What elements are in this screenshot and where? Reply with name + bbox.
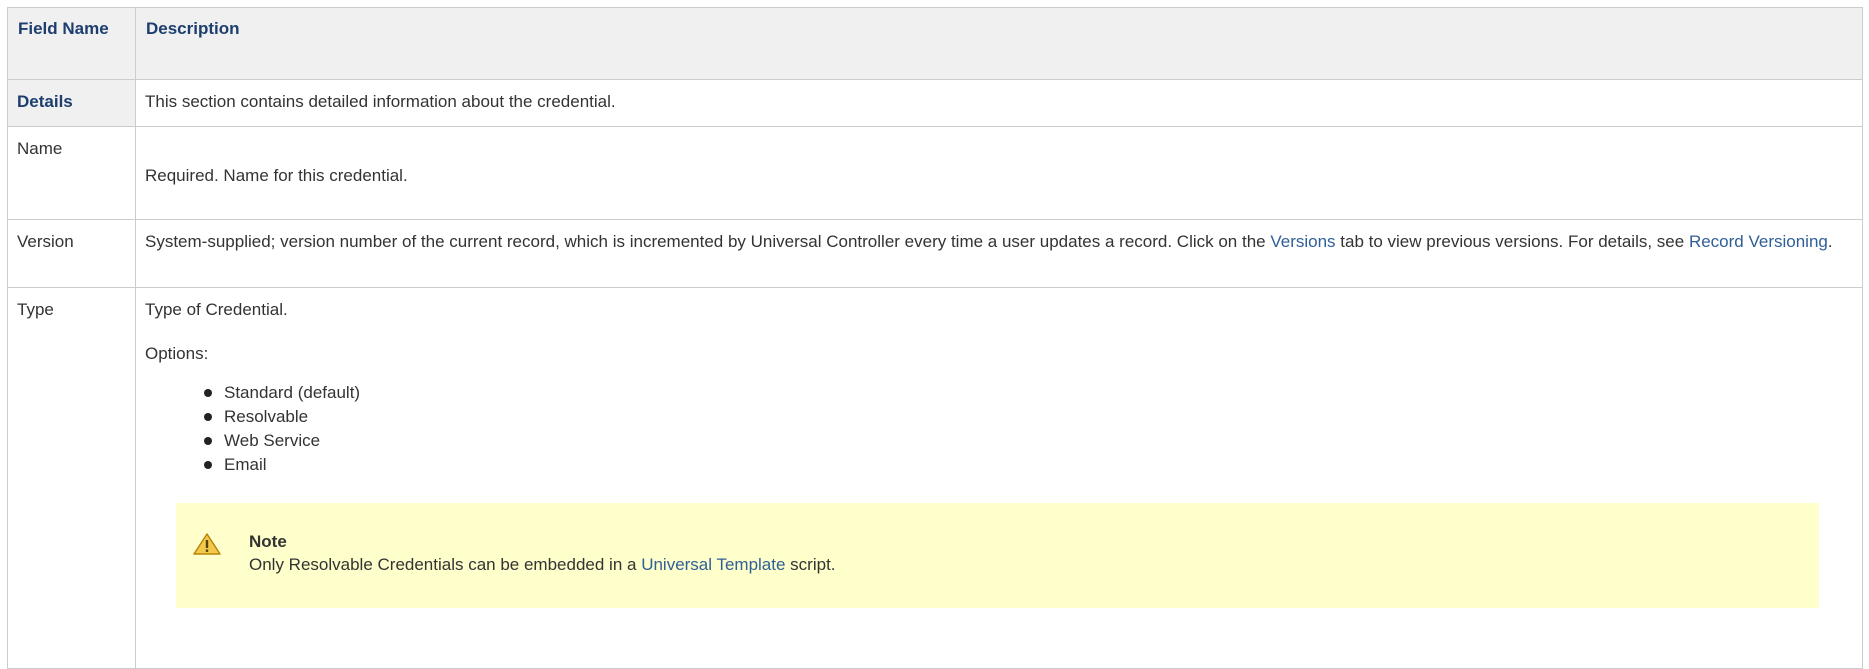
table-row-details: Details This section contains detailed i… — [7, 79, 1863, 127]
description-cell: Required. Name for this credential. — [135, 126, 1863, 220]
table-row-version: Version System-supplied; version number … — [7, 219, 1863, 288]
name-description: Required. Name for this credential. — [145, 166, 408, 185]
list-item: Web Service — [204, 431, 1853, 455]
field-name-cell: Version — [7, 219, 136, 288]
option-label: Standard (default) — [224, 383, 361, 402]
description-cell: Type of Credential. Options: Standard (d… — [135, 287, 1863, 669]
bullet-icon — [204, 437, 212, 445]
description-cell: System-supplied; version number of the c… — [135, 219, 1863, 288]
table-row-name: Name Required. Name for this credential. — [7, 126, 1863, 220]
bullet-icon — [204, 461, 212, 469]
section-label-details: Details — [17, 92, 73, 111]
note-box: Note Only Resolvable Credentials can be … — [176, 503, 1819, 608]
description-cell: This section contains detailed informati… — [135, 79, 1863, 127]
table-header-row: Field Name Description — [7, 7, 1863, 80]
option-label: Web Service — [224, 431, 321, 450]
details-description: This section contains detailed informati… — [145, 92, 616, 111]
table-row-type: Type Type of Credential. Options: Standa… — [7, 287, 1863, 669]
list-item: Standard (default) — [204, 383, 1853, 407]
version-description: System-supplied; version number of the c… — [136, 220, 1862, 253]
type-description: Type of Credential. Options: Standard (d… — [136, 288, 1862, 479]
record-versioning-link[interactable]: Record Versioning — [1689, 232, 1828, 251]
header-field-name: Field Name — [7, 7, 136, 80]
option-label: Email — [224, 455, 267, 474]
warning-icon — [193, 533, 221, 555]
versions-tab-link[interactable]: Versions — [1270, 232, 1335, 251]
bullet-icon — [204, 413, 212, 421]
field-name-name: Name — [17, 139, 63, 158]
option-label: Resolvable — [224, 407, 309, 426]
field-name-type: Type — [17, 300, 54, 319]
list-item: Email — [204, 455, 1853, 479]
header-field-name-label: Field Name — [18, 19, 109, 38]
field-name-cell: Type — [7, 287, 136, 669]
version-text-3: . — [1827, 232, 1833, 251]
options-list: Standard (default) Resolvable Web Servic… — [145, 383, 1853, 479]
field-description-table: Field Name Description Details This sect… — [7, 7, 1863, 669]
field-name-cell: Name — [7, 126, 136, 220]
note-text-2: script. — [785, 555, 836, 574]
version-text-2: tab to view previous versions. For detai… — [1335, 232, 1689, 251]
section-label-cell: Details — [7, 79, 136, 127]
options-label: Options: — [145, 344, 209, 363]
type-intro: Type of Credential. — [145, 300, 288, 319]
version-text-1: System-supplied; version number of the c… — [145, 232, 1271, 251]
note-title: Note — [249, 532, 287, 551]
bullet-icon — [204, 389, 212, 397]
field-name-version: Version — [17, 232, 74, 251]
header-description-label: Description — [146, 19, 240, 38]
header-description: Description — [135, 7, 1863, 80]
universal-template-link[interactable]: Universal Template — [641, 555, 785, 574]
note-text: Only Resolvable Credentials can be embed… — [249, 555, 836, 575]
list-item: Resolvable — [204, 407, 1853, 431]
note-text-1: Only Resolvable Credentials can be embed… — [249, 555, 642, 574]
